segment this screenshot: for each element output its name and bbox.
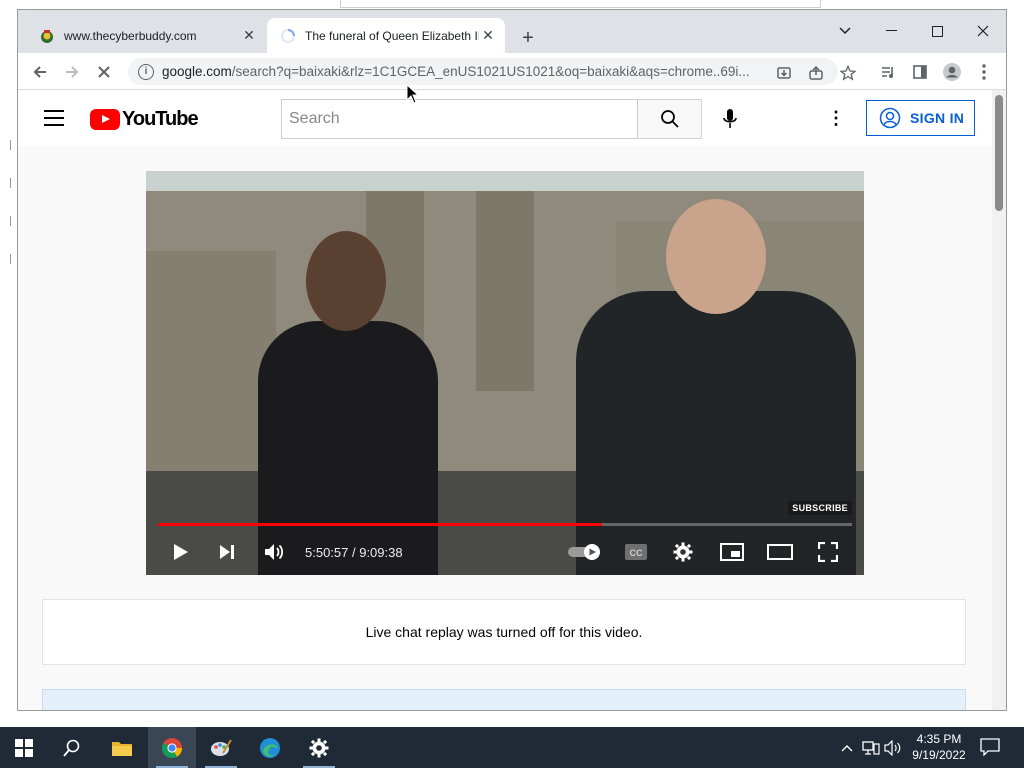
chrome-menu-icon[interactable] <box>971 59 997 85</box>
miniplayer-icon[interactable] <box>719 539 745 565</box>
start-button[interactable] <box>0 727 48 768</box>
share-icon[interactable] <box>806 63 826 83</box>
browser-window: www.thecyberbuddy.com ✕ The funeral of Q… <box>17 9 1007 711</box>
video-progress-fill <box>158 523 603 526</box>
chat-message: Live chat replay was turned off for this… <box>365 624 643 640</box>
settings-more-icon[interactable]: ⋮ <box>826 108 846 128</box>
youtube-logo[interactable]: YouTube <box>90 108 199 131</box>
site-info-icon[interactable]: i <box>138 63 154 80</box>
fullscreen-icon[interactable] <box>816 539 840 565</box>
folder-icon <box>112 741 132 756</box>
scrollbar-thumb[interactable] <box>995 95 1003 211</box>
install-app-icon[interactable] <box>774 63 794 83</box>
browser-toolbar: i google.com/search?q=baixaki&rlz=1C1GCE… <box>18 53 1006 90</box>
search-icon <box>63 739 80 757</box>
new-tab-icon[interactable]: + <box>516 26 540 50</box>
taskbar-edge[interactable] <box>246 727 294 768</box>
search-icon <box>660 110 679 128</box>
minimize-icon[interactable] <box>868 16 914 46</box>
tab-strip: www.thecyberbuddy.com ✕ The funeral of Q… <box>18 10 1006 53</box>
url-text[interactable]: google.com/search?q=baixaki&rlz=1C1GCEA_… <box>162 64 762 79</box>
forward-icon[interactable] <box>59 59 85 85</box>
voice-search-button[interactable] <box>710 99 750 139</box>
taskbar-file-explorer[interactable] <box>98 727 146 768</box>
background-window-edge <box>340 0 821 8</box>
notification-center-icon[interactable] <box>980 738 1000 757</box>
youtube-logo-text: YouTube <box>122 108 199 130</box>
microphone-icon <box>723 109 737 128</box>
clock-date: 9/19/2022 <box>912 748 966 762</box>
windows-logo-icon <box>15 738 33 757</box>
tab-queen-funeral[interactable]: The funeral of Queen Elizabeth II ✕ <box>267 18 505 53</box>
reading-list-icon[interactable] <box>875 59 901 85</box>
theater-mode-icon[interactable] <box>766 539 794 565</box>
taskbar-clock[interactable]: 4:35 PM 9/19/2022 <box>908 731 970 763</box>
autoplay-toggle[interactable] <box>566 539 604 565</box>
taskbar-paint[interactable] <box>197 727 245 768</box>
search-button[interactable] <box>638 99 702 139</box>
bookmark-star-icon[interactable] <box>838 63 858 83</box>
chrome-icon <box>161 737 183 758</box>
taskbar-search-button[interactable] <box>48 727 96 768</box>
player-controls: 5:50:57 / 9:09:38 CC <box>146 529 864 575</box>
tab-close-icon[interactable]: ✕ <box>479 27 497 45</box>
play-icon[interactable] <box>168 539 194 565</box>
tab-title: The funeral of Queen Elizabeth II <box>305 28 479 43</box>
profile-avatar-icon[interactable] <box>939 59 965 85</box>
loading-spinner-icon <box>280 28 296 44</box>
tray-chevron-up-icon[interactable] <box>838 739 856 757</box>
volume-tray-icon[interactable] <box>884 739 902 757</box>
tab-search-chevron-icon[interactable] <box>822 16 868 46</box>
youtube-header: YouTube ⋮ SIGN IN <box>18 90 994 146</box>
live-chat-replay-notice: Live chat replay was turned off for this… <box>42 599 966 665</box>
stop-loading-icon[interactable] <box>91 59 117 85</box>
video-player[interactable]: SUBSCRIBE 5:50:57 / 9:09:38 CC <box>146 171 864 575</box>
close-window-icon[interactable] <box>960 16 1006 46</box>
address-bar[interactable]: i google.com/search?q=baixaki&rlz=1C1GCE… <box>128 58 856 85</box>
edge-icon <box>260 737 280 758</box>
tab-thecyberbuddy[interactable]: www.thecyberbuddy.com ✕ <box>26 18 266 53</box>
mouse-cursor-icon <box>406 84 420 104</box>
page-scrollbar[interactable] <box>992 90 1006 710</box>
search-box[interactable] <box>281 99 638 139</box>
tab-close-icon[interactable]: ✕ <box>240 27 258 45</box>
settings-gear-icon[interactable] <box>671 539 695 565</box>
taskbar-chrome[interactable] <box>148 727 196 768</box>
sign-in-label: SIGN IN <box>910 110 965 126</box>
paint-palette-icon <box>211 738 232 756</box>
windows-taskbar: 4:35 PM 9/19/2022 <box>0 727 1024 768</box>
svg-text:CC: CC <box>630 548 643 558</box>
side-panel-icon[interactable] <box>907 59 933 85</box>
clock-time: 4:35 PM <box>916 732 962 746</box>
video-person-right-head <box>666 199 766 314</box>
tab-title: www.thecyberbuddy.com <box>64 28 197 43</box>
video-person-left-head <box>306 231 386 331</box>
gear-icon <box>309 738 329 757</box>
youtube-page: YouTube ⋮ SIGN IN <box>18 90 994 710</box>
sign-in-button[interactable]: SIGN IN <box>866 100 975 136</box>
volume-icon[interactable] <box>261 539 287 565</box>
youtube-play-logo-icon <box>90 109 120 130</box>
maximize-icon[interactable] <box>914 16 960 46</box>
cyberbuddy-favicon-icon <box>39 28 55 44</box>
taskbar-settings[interactable] <box>295 727 343 768</box>
back-icon[interactable] <box>27 59 53 85</box>
subtitles-cc-icon[interactable]: CC <box>624 539 648 565</box>
next-video-icon[interactable] <box>214 539 240 565</box>
info-panel-partial <box>42 689 966 710</box>
video-progress-bar[interactable] <box>158 523 852 526</box>
subscribe-badge[interactable]: SUBSCRIBE <box>788 501 852 515</box>
guide-menu-icon[interactable] <box>44 110 64 126</box>
network-icon[interactable] <box>862 739 880 757</box>
search-input[interactable] <box>282 100 637 138</box>
time-display: 5:50:57 / 9:09:38 <box>305 545 403 560</box>
account-circle-icon <box>879 107 901 129</box>
